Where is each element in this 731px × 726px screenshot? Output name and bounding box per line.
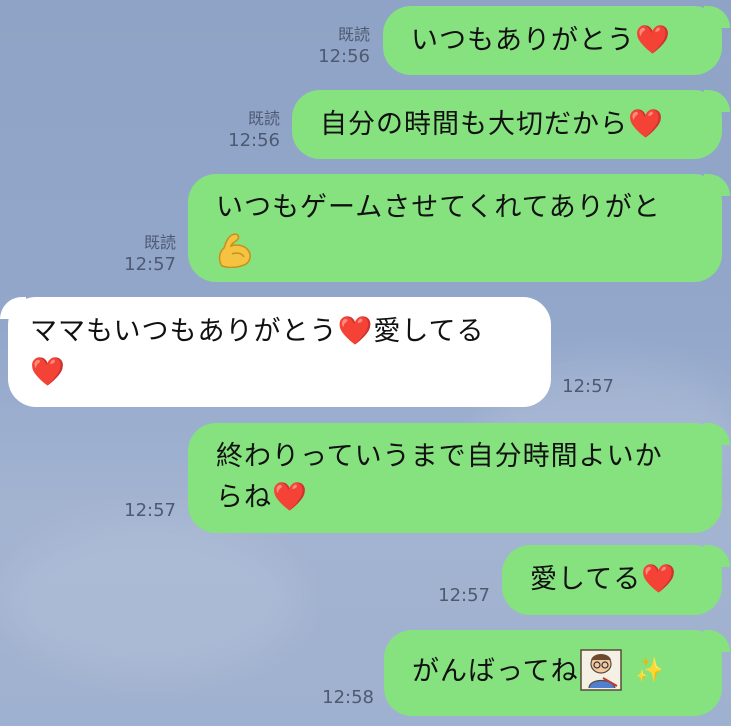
bubble-tail (0, 297, 26, 319)
timestamp: 12:56 (318, 46, 370, 67)
heart-icon: ❤️ (641, 562, 678, 595)
timestamp: 12:58 (322, 687, 374, 708)
bubble-tail (704, 90, 730, 112)
studying-person-sparkles-icon: ✨ (579, 649, 665, 693)
timestamp: 12:57 (438, 585, 490, 606)
message-bubble-outgoing[interactable]: 終わりっていうまで自分時間よいか らね❤️ (188, 423, 722, 533)
bubble-tail (704, 6, 730, 28)
timestamp: 12:57 (124, 500, 176, 521)
read-receipt: 既読 (337, 25, 370, 44)
message-meta: 既読 12:56 (300, 24, 370, 68)
message-meta: 既読 12:56 (210, 108, 280, 152)
read-receipt: 既読 (143, 233, 176, 252)
message-bubble-incoming[interactable]: ママもいつもありがとう❤️愛してる ❤️ (8, 297, 551, 407)
message-meta: 12:57 (548, 376, 614, 398)
message-text: 終わりっていうまで自分時間よいか (216, 441, 663, 472)
message-text: ママもいつもありがとう❤️愛してる (30, 311, 551, 352)
message-bubble-outgoing[interactable]: いつもゲームさせてくれてありがと (188, 174, 722, 282)
message-text: いつもゲームさせてくれてありがと (216, 192, 661, 223)
background-cloud (0, 520, 300, 680)
message-text: 自分の時間も大切だから (320, 109, 628, 140)
message-meta: 12:57 (420, 585, 490, 607)
timestamp: 12:56 (228, 130, 280, 151)
message-text-part: らね (216, 482, 272, 513)
message-bubble-outgoing[interactable]: がんばってね ✨ (384, 630, 722, 716)
message-meta: 12:57 (106, 500, 176, 522)
message-text-part: ママもいつもありがとう (30, 316, 338, 347)
message-meta: 既読 12:57 (106, 232, 176, 276)
read-receipt: 既読 (247, 109, 280, 128)
heart-icon: ❤️ (337, 314, 374, 347)
message-text: 愛してる (530, 564, 642, 595)
heart-icon: ❤️ (635, 23, 671, 56)
bubble-tail (704, 174, 730, 196)
bubble-tail (704, 545, 730, 567)
heart-icon: ❤️ (628, 107, 664, 140)
timestamp: 12:57 (124, 254, 176, 275)
message-meta: 12:58 (302, 687, 374, 709)
message-bubble-outgoing[interactable]: 愛してる❤️ (502, 545, 722, 615)
heart-icon: ❤️ (272, 480, 308, 513)
flexed-biceps-icon (216, 228, 722, 268)
message-bubble-outgoing[interactable]: いつもありがとう❤️ (383, 6, 722, 75)
message-text: いつもありがとう (411, 25, 635, 56)
bubble-tail (704, 630, 730, 652)
heart-icon: ❤️ (30, 355, 66, 388)
timestamp: 12:57 (562, 376, 614, 397)
message-text: がんばってね (412, 656, 579, 687)
message-text-part: 愛してる (373, 316, 485, 347)
message-bubble-outgoing[interactable]: 自分の時間も大切だから❤️ (292, 90, 722, 159)
svg-text:✨: ✨ (635, 656, 661, 684)
